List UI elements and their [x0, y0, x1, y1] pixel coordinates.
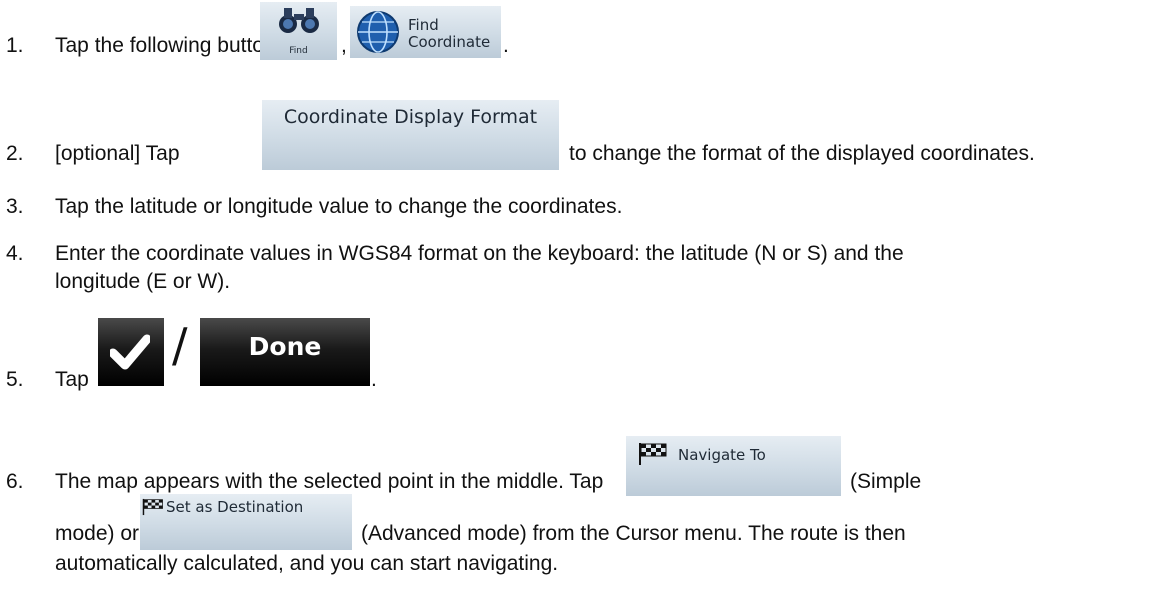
binoculars-icon [279, 8, 319, 33]
step-text: Tap [55, 368, 89, 391]
step-text: Tap the latitude or longitude value to c… [55, 195, 623, 218]
step-number: 3. [6, 195, 24, 218]
slash-separator: / [172, 318, 188, 372]
separator-comma: , [341, 34, 347, 57]
done-button-label: Done [248, 332, 322, 361]
period: . [503, 34, 509, 57]
set-as-destination-button[interactable]: Set as Destination [140, 494, 352, 550]
coordinate-display-format-button[interactable]: Coordinate Display Format [262, 100, 559, 170]
step-text: The map appears with the selected point … [55, 470, 604, 493]
step-text: Tap the following buttons: [55, 34, 292, 57]
step-text: [optional] Tap [55, 142, 180, 165]
step-text: mode) or [55, 522, 140, 545]
find-button-label: Find [289, 46, 308, 56]
step-number: 5. [6, 368, 24, 391]
checkered-flag-icon [639, 443, 667, 465]
confirm-check-button[interactable] [98, 318, 164, 386]
step-text: (Advanced mode) from the Cursor menu. Th… [361, 522, 906, 545]
done-button[interactable]: Done [200, 318, 370, 386]
step-number: 2. [6, 142, 24, 165]
coordinate-display-format-label: Coordinate Display Format [283, 106, 538, 128]
period: . [371, 368, 377, 391]
find-button[interactable]: Find [260, 2, 337, 60]
step-number: 4. [6, 242, 24, 265]
find-coordinate-button[interactable]: Find Coordinate [350, 6, 501, 58]
checkmark-icon [110, 334, 150, 370]
navigate-to-label: Navigate To [678, 446, 766, 464]
step-text: longitude (E or W). [55, 270, 231, 293]
step-number: 1. [6, 34, 24, 57]
globe-icon [357, 11, 399, 53]
set-as-destination-label: Set as Destination [166, 498, 304, 516]
checkered-flag-icon [142, 498, 163, 516]
find-coordinate-label-line2: Coordinate [408, 33, 491, 51]
find-coordinate-label-line1: Find [408, 16, 439, 34]
step-number: 6. [6, 470, 24, 493]
step-text: (Simple [850, 470, 922, 493]
step-text: to change the format of the displayed co… [569, 142, 1035, 165]
step-text: Enter the coordinate values in WGS84 for… [55, 242, 904, 265]
navigate-to-button[interactable]: Navigate To [626, 436, 841, 496]
step-text: automatically calculated, and you can st… [55, 552, 559, 575]
